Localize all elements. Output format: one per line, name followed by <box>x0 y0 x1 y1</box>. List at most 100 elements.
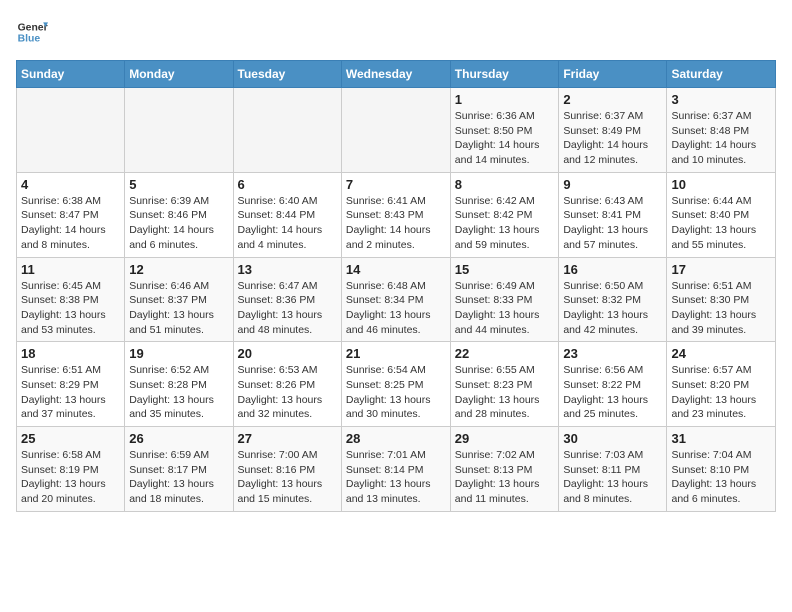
weekday-header-row: SundayMondayTuesdayWednesdayThursdayFrid… <box>17 61 776 88</box>
day-info: Sunrise: 6:38 AM Sunset: 8:47 PM Dayligh… <box>21 194 120 253</box>
day-info: Sunrise: 6:50 AM Sunset: 8:32 PM Dayligh… <box>563 279 662 338</box>
day-info: Sunrise: 7:02 AM Sunset: 8:13 PM Dayligh… <box>455 448 555 507</box>
day-number: 2 <box>563 92 662 107</box>
day-number: 31 <box>671 431 771 446</box>
day-cell: 13 Sunrise: 6:47 AM Sunset: 8:36 PM Dayli… <box>233 257 341 342</box>
day-cell: 29 Sunrise: 7:02 AM Sunset: 8:13 PM Dayli… <box>450 427 559 512</box>
week-row-2: 4 Sunrise: 6:38 AM Sunset: 8:47 PM Daylig… <box>17 172 776 257</box>
day-cell <box>233 88 341 173</box>
logo-icon: General Blue <box>16 16 48 48</box>
day-cell: 11 Sunrise: 6:45 AM Sunset: 8:38 PM Dayli… <box>17 257 125 342</box>
day-number: 16 <box>563 262 662 277</box>
week-row-5: 25 Sunrise: 6:58 AM Sunset: 8:19 PM Dayli… <box>17 427 776 512</box>
day-cell: 17 Sunrise: 6:51 AM Sunset: 8:30 PM Dayli… <box>667 257 776 342</box>
day-number: 27 <box>238 431 337 446</box>
day-number: 9 <box>563 177 662 192</box>
day-number: 23 <box>563 346 662 361</box>
day-cell <box>341 88 450 173</box>
day-info: Sunrise: 7:04 AM Sunset: 8:10 PM Dayligh… <box>671 448 771 507</box>
weekday-header-friday: Friday <box>559 61 667 88</box>
day-info: Sunrise: 6:49 AM Sunset: 8:33 PM Dayligh… <box>455 279 555 338</box>
day-number: 14 <box>346 262 446 277</box>
day-cell: 3Sunrise: 6:37 AM Sunset: 8:48 PM Daylig… <box>667 88 776 173</box>
day-cell: 22Sunrise: 6:55 AM Sunset: 8:23 PM Dayli… <box>450 342 559 427</box>
day-info: Sunrise: 6:46 AM Sunset: 8:37 PM Dayligh… <box>129 279 228 338</box>
day-cell: 18 Sunrise: 6:51 AM Sunset: 8:29 PM Dayli… <box>17 342 125 427</box>
day-cell: 30Sunrise: 7:03 AM Sunset: 8:11 PM Dayli… <box>559 427 667 512</box>
day-cell: 25 Sunrise: 6:58 AM Sunset: 8:19 PM Dayli… <box>17 427 125 512</box>
day-cell: 7 Sunrise: 6:41 AM Sunset: 8:43 PM Daylig… <box>341 172 450 257</box>
day-number: 5 <box>129 177 228 192</box>
day-cell: 27 Sunrise: 7:00 AM Sunset: 8:16 PM Dayli… <box>233 427 341 512</box>
week-row-1: 1 Sunrise: 6:36 AM Sunset: 8:50 PM Daylig… <box>17 88 776 173</box>
day-info: Sunrise: 6:59 AM Sunset: 8:17 PM Dayligh… <box>129 448 228 507</box>
day-info: Sunrise: 6:54 AM Sunset: 8:25 PM Dayligh… <box>346 363 446 422</box>
calendar-table: SundayMondayTuesdayWednesdayThursdayFrid… <box>16 60 776 512</box>
day-number: 24 <box>671 346 771 361</box>
day-number: 25 <box>21 431 120 446</box>
day-number: 8 <box>455 177 555 192</box>
day-cell <box>17 88 125 173</box>
day-info: Sunrise: 6:57 AM Sunset: 8:20 PM Dayligh… <box>671 363 771 422</box>
week-row-4: 18 Sunrise: 6:51 AM Sunset: 8:29 PM Dayli… <box>17 342 776 427</box>
day-cell: 16 Sunrise: 6:50 AM Sunset: 8:32 PM Dayli… <box>559 257 667 342</box>
weekday-header-thursday: Thursday <box>450 61 559 88</box>
page-header: General Blue <box>16 16 776 48</box>
day-info: Sunrise: 6:41 AM Sunset: 8:43 PM Dayligh… <box>346 194 446 253</box>
day-number: 15 <box>455 262 555 277</box>
day-number: 4 <box>21 177 120 192</box>
weekday-header-sunday: Sunday <box>17 61 125 88</box>
day-info: Sunrise: 7:01 AM Sunset: 8:14 PM Dayligh… <box>346 448 446 507</box>
day-info: Sunrise: 6:53 AM Sunset: 8:26 PM Dayligh… <box>238 363 337 422</box>
day-cell: 15 Sunrise: 6:49 AM Sunset: 8:33 PM Dayli… <box>450 257 559 342</box>
day-cell: 28Sunrise: 7:01 AM Sunset: 8:14 PM Dayli… <box>341 427 450 512</box>
svg-text:Blue: Blue <box>18 34 41 45</box>
day-number: 13 <box>238 262 337 277</box>
svg-text:General: General <box>18 22 48 33</box>
day-cell: 12 Sunrise: 6:46 AM Sunset: 8:37 PM Dayli… <box>125 257 233 342</box>
weekday-header-monday: Monday <box>125 61 233 88</box>
day-info: Sunrise: 6:44 AM Sunset: 8:40 PM Dayligh… <box>671 194 771 253</box>
day-info: Sunrise: 6:45 AM Sunset: 8:38 PM Dayligh… <box>21 279 120 338</box>
day-number: 17 <box>671 262 771 277</box>
logo: General Blue <box>16 16 48 48</box>
day-cell: 31 Sunrise: 7:04 AM Sunset: 8:10 PM Dayli… <box>667 427 776 512</box>
day-number: 11 <box>21 262 120 277</box>
day-cell: 24 Sunrise: 6:57 AM Sunset: 8:20 PM Dayli… <box>667 342 776 427</box>
day-cell: 5 Sunrise: 6:39 AM Sunset: 8:46 PM Daylig… <box>125 172 233 257</box>
day-number: 1 <box>455 92 555 107</box>
day-cell: 8 Sunrise: 6:42 AM Sunset: 8:42 PM Daylig… <box>450 172 559 257</box>
day-info: Sunrise: 6:39 AM Sunset: 8:46 PM Dayligh… <box>129 194 228 253</box>
day-info: Sunrise: 6:47 AM Sunset: 8:36 PM Dayligh… <box>238 279 337 338</box>
day-info: Sunrise: 6:40 AM Sunset: 8:44 PM Dayligh… <box>238 194 337 253</box>
day-number: 18 <box>21 346 120 361</box>
day-info: Sunrise: 6:55 AM Sunset: 8:23 PM Dayligh… <box>455 363 555 422</box>
day-info: Sunrise: 6:37 AM Sunset: 8:48 PM Dayligh… <box>671 109 771 168</box>
day-cell: 10Sunrise: 6:44 AM Sunset: 8:40 PM Dayli… <box>667 172 776 257</box>
day-info: Sunrise: 6:58 AM Sunset: 8:19 PM Dayligh… <box>21 448 120 507</box>
day-number: 12 <box>129 262 228 277</box>
day-info: Sunrise: 6:36 AM Sunset: 8:50 PM Dayligh… <box>455 109 555 168</box>
day-number: 7 <box>346 177 446 192</box>
weekday-header-saturday: Saturday <box>667 61 776 88</box>
day-cell: 1 Sunrise: 6:36 AM Sunset: 8:50 PM Daylig… <box>450 88 559 173</box>
day-info: Sunrise: 7:00 AM Sunset: 8:16 PM Dayligh… <box>238 448 337 507</box>
day-info: Sunrise: 6:51 AM Sunset: 8:30 PM Dayligh… <box>671 279 771 338</box>
day-cell <box>125 88 233 173</box>
day-number: 30 <box>563 431 662 446</box>
weekday-header-wednesday: Wednesday <box>341 61 450 88</box>
day-info: Sunrise: 6:43 AM Sunset: 8:41 PM Dayligh… <box>563 194 662 253</box>
week-row-3: 11 Sunrise: 6:45 AM Sunset: 8:38 PM Dayli… <box>17 257 776 342</box>
day-info: Sunrise: 6:48 AM Sunset: 8:34 PM Dayligh… <box>346 279 446 338</box>
day-info: Sunrise: 6:42 AM Sunset: 8:42 PM Dayligh… <box>455 194 555 253</box>
day-cell: 23Sunrise: 6:56 AM Sunset: 8:22 PM Dayli… <box>559 342 667 427</box>
day-number: 29 <box>455 431 555 446</box>
day-cell: 14 Sunrise: 6:48 AM Sunset: 8:34 PM Dayli… <box>341 257 450 342</box>
day-number: 6 <box>238 177 337 192</box>
day-cell: 21Sunrise: 6:54 AM Sunset: 8:25 PM Dayli… <box>341 342 450 427</box>
day-info: Sunrise: 6:51 AM Sunset: 8:29 PM Dayligh… <box>21 363 120 422</box>
day-info: Sunrise: 6:52 AM Sunset: 8:28 PM Dayligh… <box>129 363 228 422</box>
day-info: Sunrise: 6:37 AM Sunset: 8:49 PM Dayligh… <box>563 109 662 168</box>
day-cell: 19Sunrise: 6:52 AM Sunset: 8:28 PM Dayli… <box>125 342 233 427</box>
day-cell: 26Sunrise: 6:59 AM Sunset: 8:17 PM Dayli… <box>125 427 233 512</box>
